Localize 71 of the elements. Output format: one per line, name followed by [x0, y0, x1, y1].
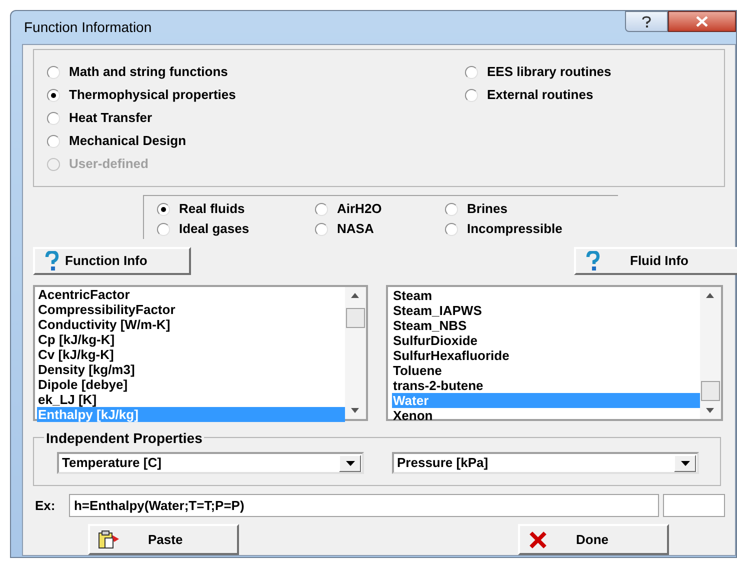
list-item[interactable]: Steam [392, 288, 700, 303]
list-item[interactable]: Xenon [392, 408, 700, 423]
dropdown[interactable]: Pressure [kPa] [392, 452, 699, 474]
list-item[interactable]: Cv [kJ/kg-K] [37, 347, 345, 362]
list-item[interactable]: trans-2-butene [392, 378, 700, 393]
close-button[interactable] [668, 11, 736, 32]
radio-button[interactable] [47, 66, 60, 78]
question-mark-icon [45, 251, 59, 271]
radio-button[interactable] [47, 88, 60, 102]
scroll-down-icon[interactable] [706, 408, 714, 413]
dropdown[interactable]: Temperature [C] [57, 452, 364, 474]
list-item[interactable]: Steam_IAPWS [392, 303, 700, 318]
radio-label: EES library routines [487, 63, 612, 81]
radio-label: AirH2O [337, 200, 382, 218]
radio-label: Brines [467, 200, 508, 218]
radio-label: Mechanical Design [69, 132, 186, 150]
list-item[interactable]: Density [kg/m3] [37, 362, 345, 377]
scroll-up-icon[interactable] [706, 293, 714, 298]
list-item[interactable]: Cp [kJ/kg-K] [37, 332, 345, 347]
radio-button[interactable] [465, 88, 478, 102]
scrollbar[interactable] [700, 287, 721, 419]
scroll-thumb[interactable] [701, 381, 720, 401]
list-item[interactable]: Conductivity [W/m-K] [37, 317, 345, 332]
scroll-down-icon[interactable] [351, 408, 359, 413]
example-label: Ex: [34, 496, 56, 515]
radio-label: Real fluids [179, 200, 245, 218]
radio-label: Thermophysical properties [69, 86, 236, 104]
radio-button[interactable] [47, 134, 60, 148]
radio-label: User-defined [69, 155, 148, 173]
radio-label: Math and string functions [69, 63, 228, 81]
radio-button[interactable] [157, 202, 170, 216]
radio-label: Incompressible [467, 220, 562, 238]
dropdown-arrow-icon [680, 460, 690, 466]
radio-button[interactable] [445, 222, 458, 236]
radio-button[interactable] [315, 202, 328, 216]
help-icon [642, 16, 651, 28]
radio-label: Heat Transfer [69, 109, 152, 127]
scroll-thumb[interactable] [346, 308, 365, 328]
window-title: Function Information [24, 18, 152, 37]
radio-button[interactable] [465, 66, 478, 78]
list-item[interactable]: Steam_NBS [392, 318, 700, 333]
scroll-up-icon[interactable] [351, 293, 359, 298]
scrollbar[interactable] [345, 287, 366, 419]
radio-label: Ideal gases [179, 220, 250, 238]
fluid-info-button[interactable]: Fluid Info [574, 247, 737, 275]
list-item[interactable]: SulfurHexafluoride [392, 348, 700, 363]
list-item[interactable]: SulfurDioxide [392, 333, 700, 348]
done-button[interactable]: Done [518, 524, 669, 555]
cross-icon [528, 530, 548, 548]
radio-button[interactable] [157, 222, 170, 236]
list-item[interactable]: ek_LJ [K] [37, 392, 345, 407]
radio-label: External routines [487, 86, 594, 104]
list-item[interactable]: Dipole [debye] [37, 377, 345, 392]
example-field[interactable]: h=Enthalpy(Water;T=T;P=P) [68, 494, 660, 517]
radio-button[interactable] [315, 222, 328, 236]
clipboard-icon [98, 530, 120, 550]
close-icon [696, 16, 708, 27]
radio-label: NASA [337, 220, 374, 238]
fluid-list[interactable]: Steam Steam_IAPWS Steam_NBS SulfurDioxide SulfurHexafluoride Toluene trans-2-butene Water Xenon [386, 285, 723, 421]
list-item[interactable]: Toluene [392, 363, 700, 378]
function-info-button[interactable]: Function Info [33, 247, 191, 275]
paste-button[interactable]: Paste [88, 524, 239, 555]
question-mark-icon [586, 251, 600, 271]
list-item[interactable]: AcentricFactor [37, 287, 345, 302]
list-item[interactable]: CompressibilityFactor [37, 302, 345, 317]
function-list[interactable]: AcentricFactor CompressibilityFactor Conductivity [W/m-K] Cp [kJ/kg-K] Cv [kJ/kg-K] Density [kg/m3] Dipole [debye] ek_LJ [K] Enthalpy [kJ/kg] [33, 285, 368, 421]
blank-field[interactable] [663, 494, 725, 517]
help-button[interactable] [625, 11, 668, 32]
radio-button[interactable] [47, 112, 60, 124]
dropdown-arrow-icon [346, 460, 354, 466]
radio-button[interactable] [445, 202, 458, 216]
